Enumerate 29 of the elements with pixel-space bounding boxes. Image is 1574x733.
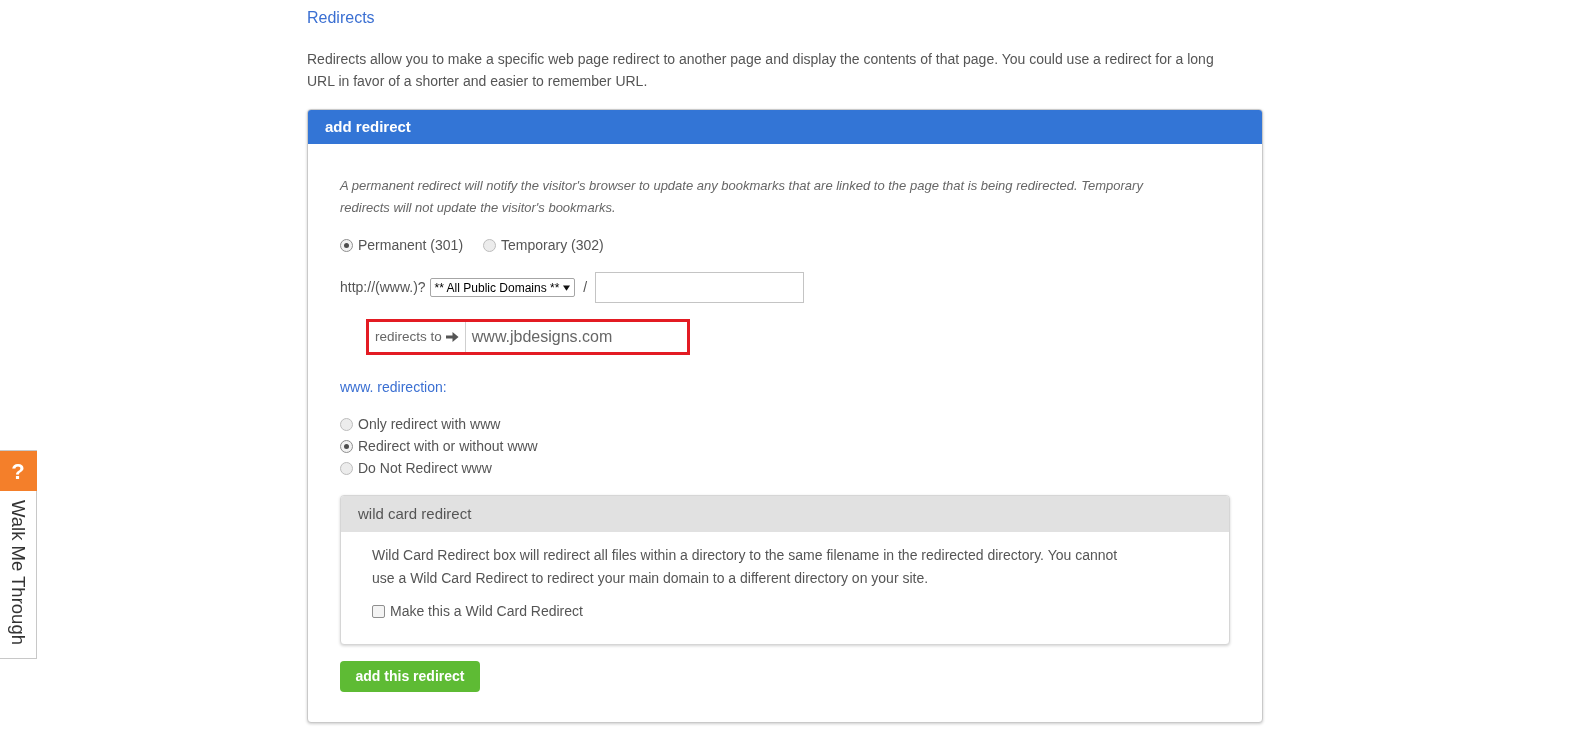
radio-button[interactable] xyxy=(340,417,353,431)
help-tab[interactable]: ? Walk Me Through xyxy=(0,450,37,659)
path-separator: / xyxy=(583,278,588,297)
radio-label: Permanent (301) xyxy=(358,235,464,255)
checkbox[interactable] xyxy=(372,604,385,618)
wild-card-description: Wild Card Redirect box will redirect all files within a directory to the same filename in the redirected directory. You cannot use a Wild Card Redirect to redirect your main domain to a different directory on your site. xyxy=(372,546,1119,588)
radio-button[interactable] xyxy=(340,461,353,475)
path-input[interactable] xyxy=(595,272,805,303)
radio-button[interactable] xyxy=(340,238,353,252)
url-prefix: http://(www.)? xyxy=(340,278,426,297)
help-tab-label: Walk Me Through xyxy=(6,500,30,645)
page-title: Redirects xyxy=(307,8,375,28)
radio-button[interactable] xyxy=(340,439,353,453)
radio-label: Only redirect with www xyxy=(358,414,501,434)
caret-icon xyxy=(563,284,571,291)
radio-label: Redirect with or without www xyxy=(358,436,538,456)
checkbox-label: Make this a Wild Card Redirect xyxy=(390,601,583,621)
domain-select[interactable]: ** All Public Domains ** xyxy=(429,278,576,297)
intro-text: Redirects allow you to make a specific web page redirect to another page and display the contents of that page. You could use a redirect for a long URL in favor of a shorter and easier to remember URL. xyxy=(307,50,1215,91)
question-mark: ? xyxy=(11,457,25,486)
radio-label: Temporary (302) xyxy=(501,235,604,255)
radio-label: Do Not Redirect www xyxy=(358,458,492,478)
field-label: redirects to xyxy=(375,327,442,346)
redirect-note: A permanent redirect will notify the visitor's browser to update any bookmarks that are linked to the page that is being redirected. Temporary redirects will not update the visitor's bookmarks. xyxy=(340,177,1145,217)
arrow-right-icon xyxy=(445,331,459,343)
section-label: www. redirection: xyxy=(340,378,447,397)
card-title: add redirect xyxy=(325,116,411,137)
panel-title: wild card redirect xyxy=(358,503,472,524)
radio-button[interactable] xyxy=(483,238,497,252)
